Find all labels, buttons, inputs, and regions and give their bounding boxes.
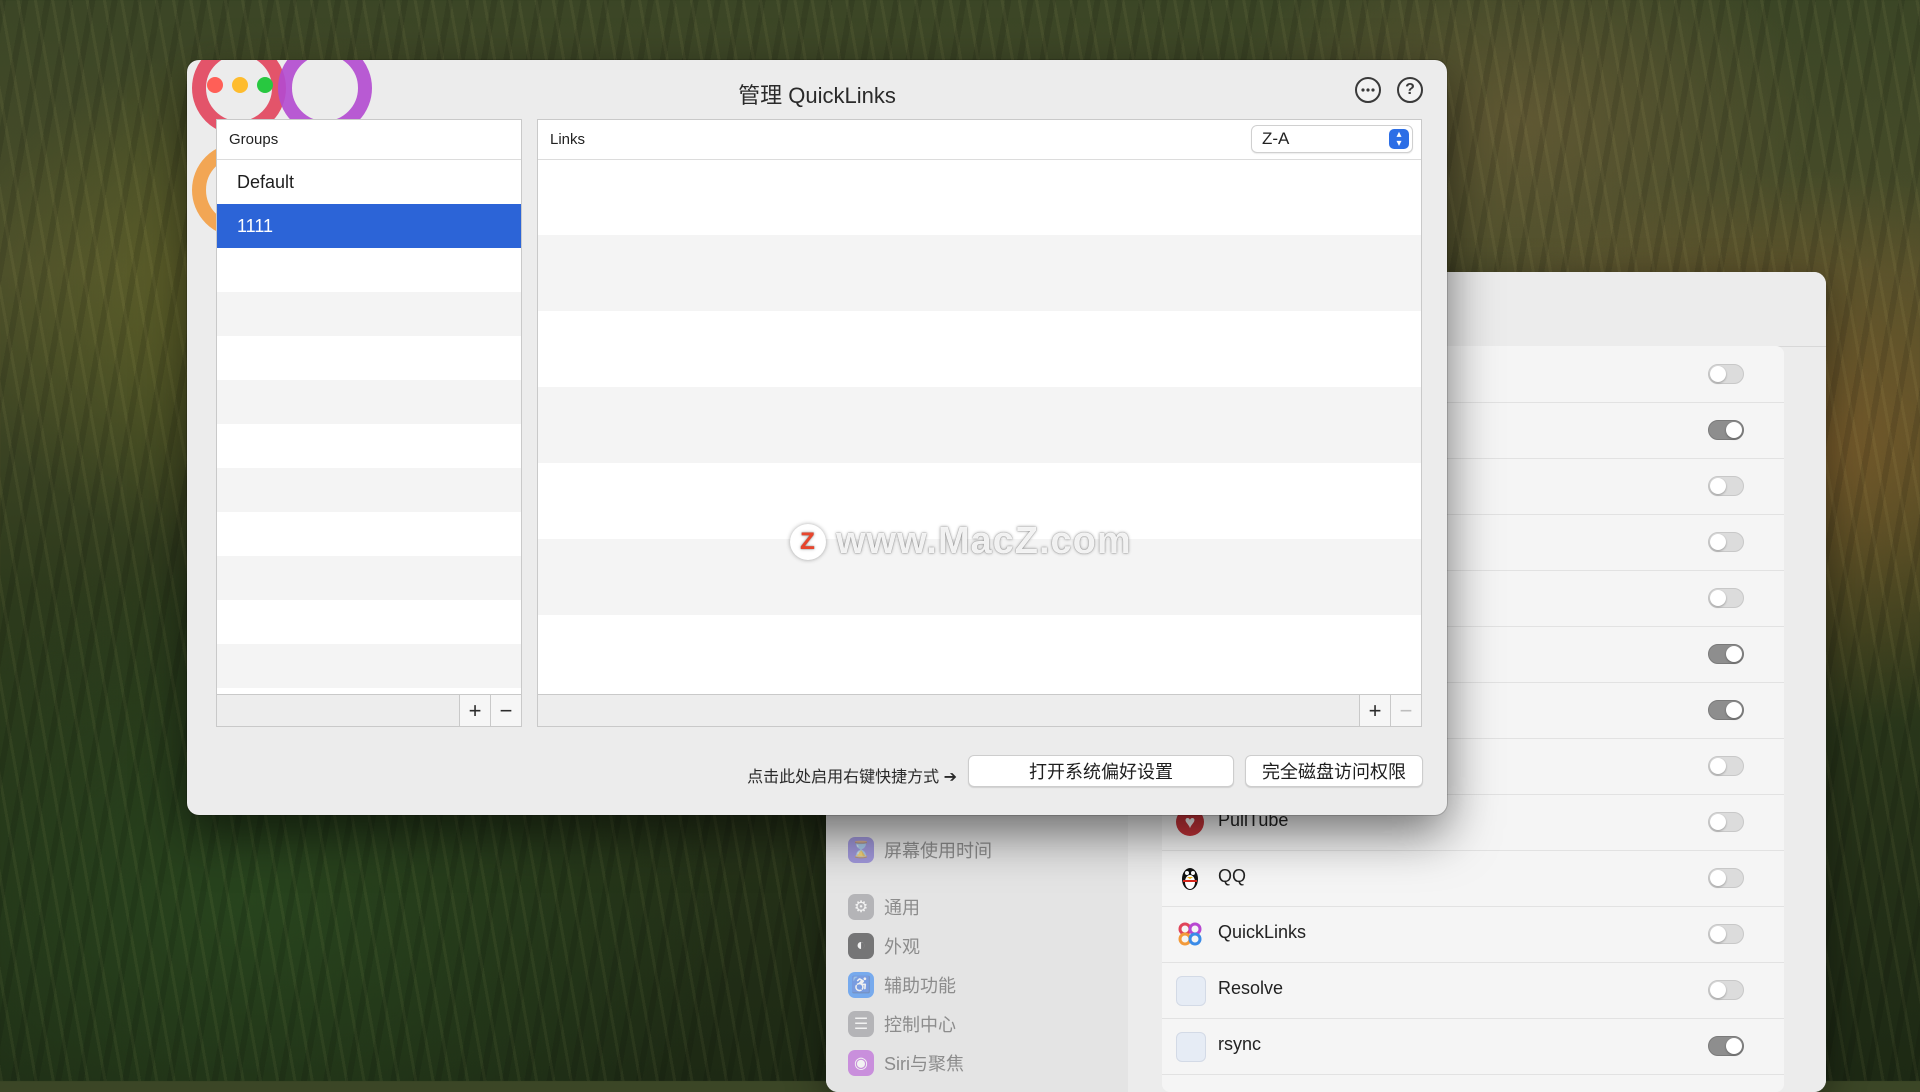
quicklinks-manager-window: 管理 QuickLinks ? Groups Default 1111 + − … [187, 60, 1447, 815]
toggle-switch[interactable] [1708, 924, 1744, 944]
qq-penguin-icon [1176, 864, 1204, 892]
enable-context-menu-hint[interactable]: 点击此处启用右键快捷方式 ➔ [747, 763, 957, 787]
app-name: rsync [1218, 1034, 1262, 1054]
quicklinks-icon [1176, 920, 1204, 948]
gear-icon: ⚙ [848, 894, 874, 920]
empty-row [217, 644, 521, 688]
siri-icon: ◉ [848, 1050, 874, 1076]
toggle-switch[interactable] [1708, 1036, 1744, 1056]
sidebar-item-control-center[interactable]: ☰ 控制中心 [848, 1008, 956, 1040]
macz-logo-icon: Z [790, 523, 826, 560]
toggle-switch[interactable] [1708, 364, 1744, 384]
watermark-text: www.MacZ.com [836, 520, 1132, 562]
sidebar-item-siri[interactable]: ◉ Siri与聚焦 [848, 1047, 964, 1079]
control-center-icon: ☰ [848, 1011, 874, 1037]
app-name: QuickLinks [1218, 922, 1307, 942]
hourglass-icon: ⌛ [848, 837, 874, 863]
links-footer: + − [538, 694, 1421, 726]
group-item-1111[interactable]: 1111 [217, 204, 521, 248]
sidebar-item-label: 外观 [884, 937, 920, 957]
add-link-button[interactable]: + [1359, 695, 1390, 726]
empty-row [217, 292, 521, 336]
sidebar-item-label: 控制中心 [884, 1015, 956, 1035]
links-panel: Links Z-A ▴ ▾ + − [537, 119, 1422, 727]
group-item-default[interactable]: Default [217, 160, 521, 204]
list-item: Resolve [1162, 962, 1784, 1019]
empty-row [217, 468, 521, 512]
remove-group-button[interactable]: − [490, 695, 521, 726]
toggle-switch[interactable] [1708, 980, 1744, 1000]
accessibility-icon: ♿ [848, 972, 874, 998]
open-system-preferences-button[interactable]: 打开系统偏好设置 [968, 755, 1234, 787]
toggle-switch[interactable] [1708, 532, 1744, 552]
sort-order-select[interactable]: Z-A ▴ ▾ [1251, 125, 1413, 153]
toggle-switch[interactable] [1708, 812, 1744, 832]
sidebar-item-screen-time[interactable]: ⌛ 屏幕使用时间 [848, 834, 992, 866]
empty-row [538, 235, 1421, 311]
groups-header: Groups [217, 120, 521, 160]
groups-footer: + − [217, 694, 521, 726]
toggle-switch[interactable] [1708, 588, 1744, 608]
generic-app-icon [1176, 1032, 1206, 1062]
sidebar-item-appearance[interactable]: ◐ 外观 [848, 930, 920, 962]
window-title: 管理 QuickLinks [738, 83, 896, 108]
sidebar-item-general[interactable]: ⚙ 通用 [848, 891, 920, 923]
sidebar-item-label: 屏幕使用时间 [884, 841, 992, 861]
toggle-switch[interactable] [1708, 756, 1744, 776]
list-item: QQ [1162, 850, 1784, 907]
remove-link-button[interactable]: − [1390, 695, 1421, 726]
sort-order-value: Z-A [1262, 129, 1290, 148]
toggle-switch[interactable] [1708, 420, 1744, 440]
empty-row [538, 387, 1421, 463]
appearance-icon: ◐ [848, 933, 874, 959]
toggle-switch[interactable] [1708, 700, 1744, 720]
toggle-switch[interactable] [1708, 476, 1744, 496]
sidebar-item-accessibility[interactable]: ♿ 辅助功能 [848, 969, 956, 1001]
list-item: QuickLinks [1162, 906, 1784, 963]
add-group-button[interactable]: + [459, 695, 490, 726]
sidebar-item-label: 通用 [884, 898, 920, 918]
empty-row [217, 556, 521, 600]
empty-row [217, 380, 521, 424]
chevron-up-down-icon: ▴ ▾ [1389, 129, 1409, 149]
app-name: QQ [1218, 866, 1247, 886]
help-button[interactable]: ? [1397, 77, 1423, 103]
list-item: rsync [1162, 1018, 1784, 1075]
sidebar-item-label: Siri与聚焦 [884, 1054, 964, 1074]
generic-app-icon [1176, 976, 1206, 1006]
links-header-label: Links [550, 131, 586, 148]
toggle-switch[interactable] [1708, 644, 1744, 664]
full-disk-access-button[interactable]: 完全磁盘访问权限 [1245, 755, 1423, 787]
watermark: Z www.MacZ.com [790, 520, 1132, 563]
more-options-button[interactable] [1355, 77, 1381, 103]
groups-panel: Groups Default 1111 + − [216, 119, 522, 727]
app-name: Resolve [1218, 978, 1284, 998]
toggle-switch[interactable] [1708, 868, 1744, 888]
ellipsis-circle-icon [1361, 88, 1375, 92]
sidebar-item-label: 辅助功能 [884, 976, 956, 996]
